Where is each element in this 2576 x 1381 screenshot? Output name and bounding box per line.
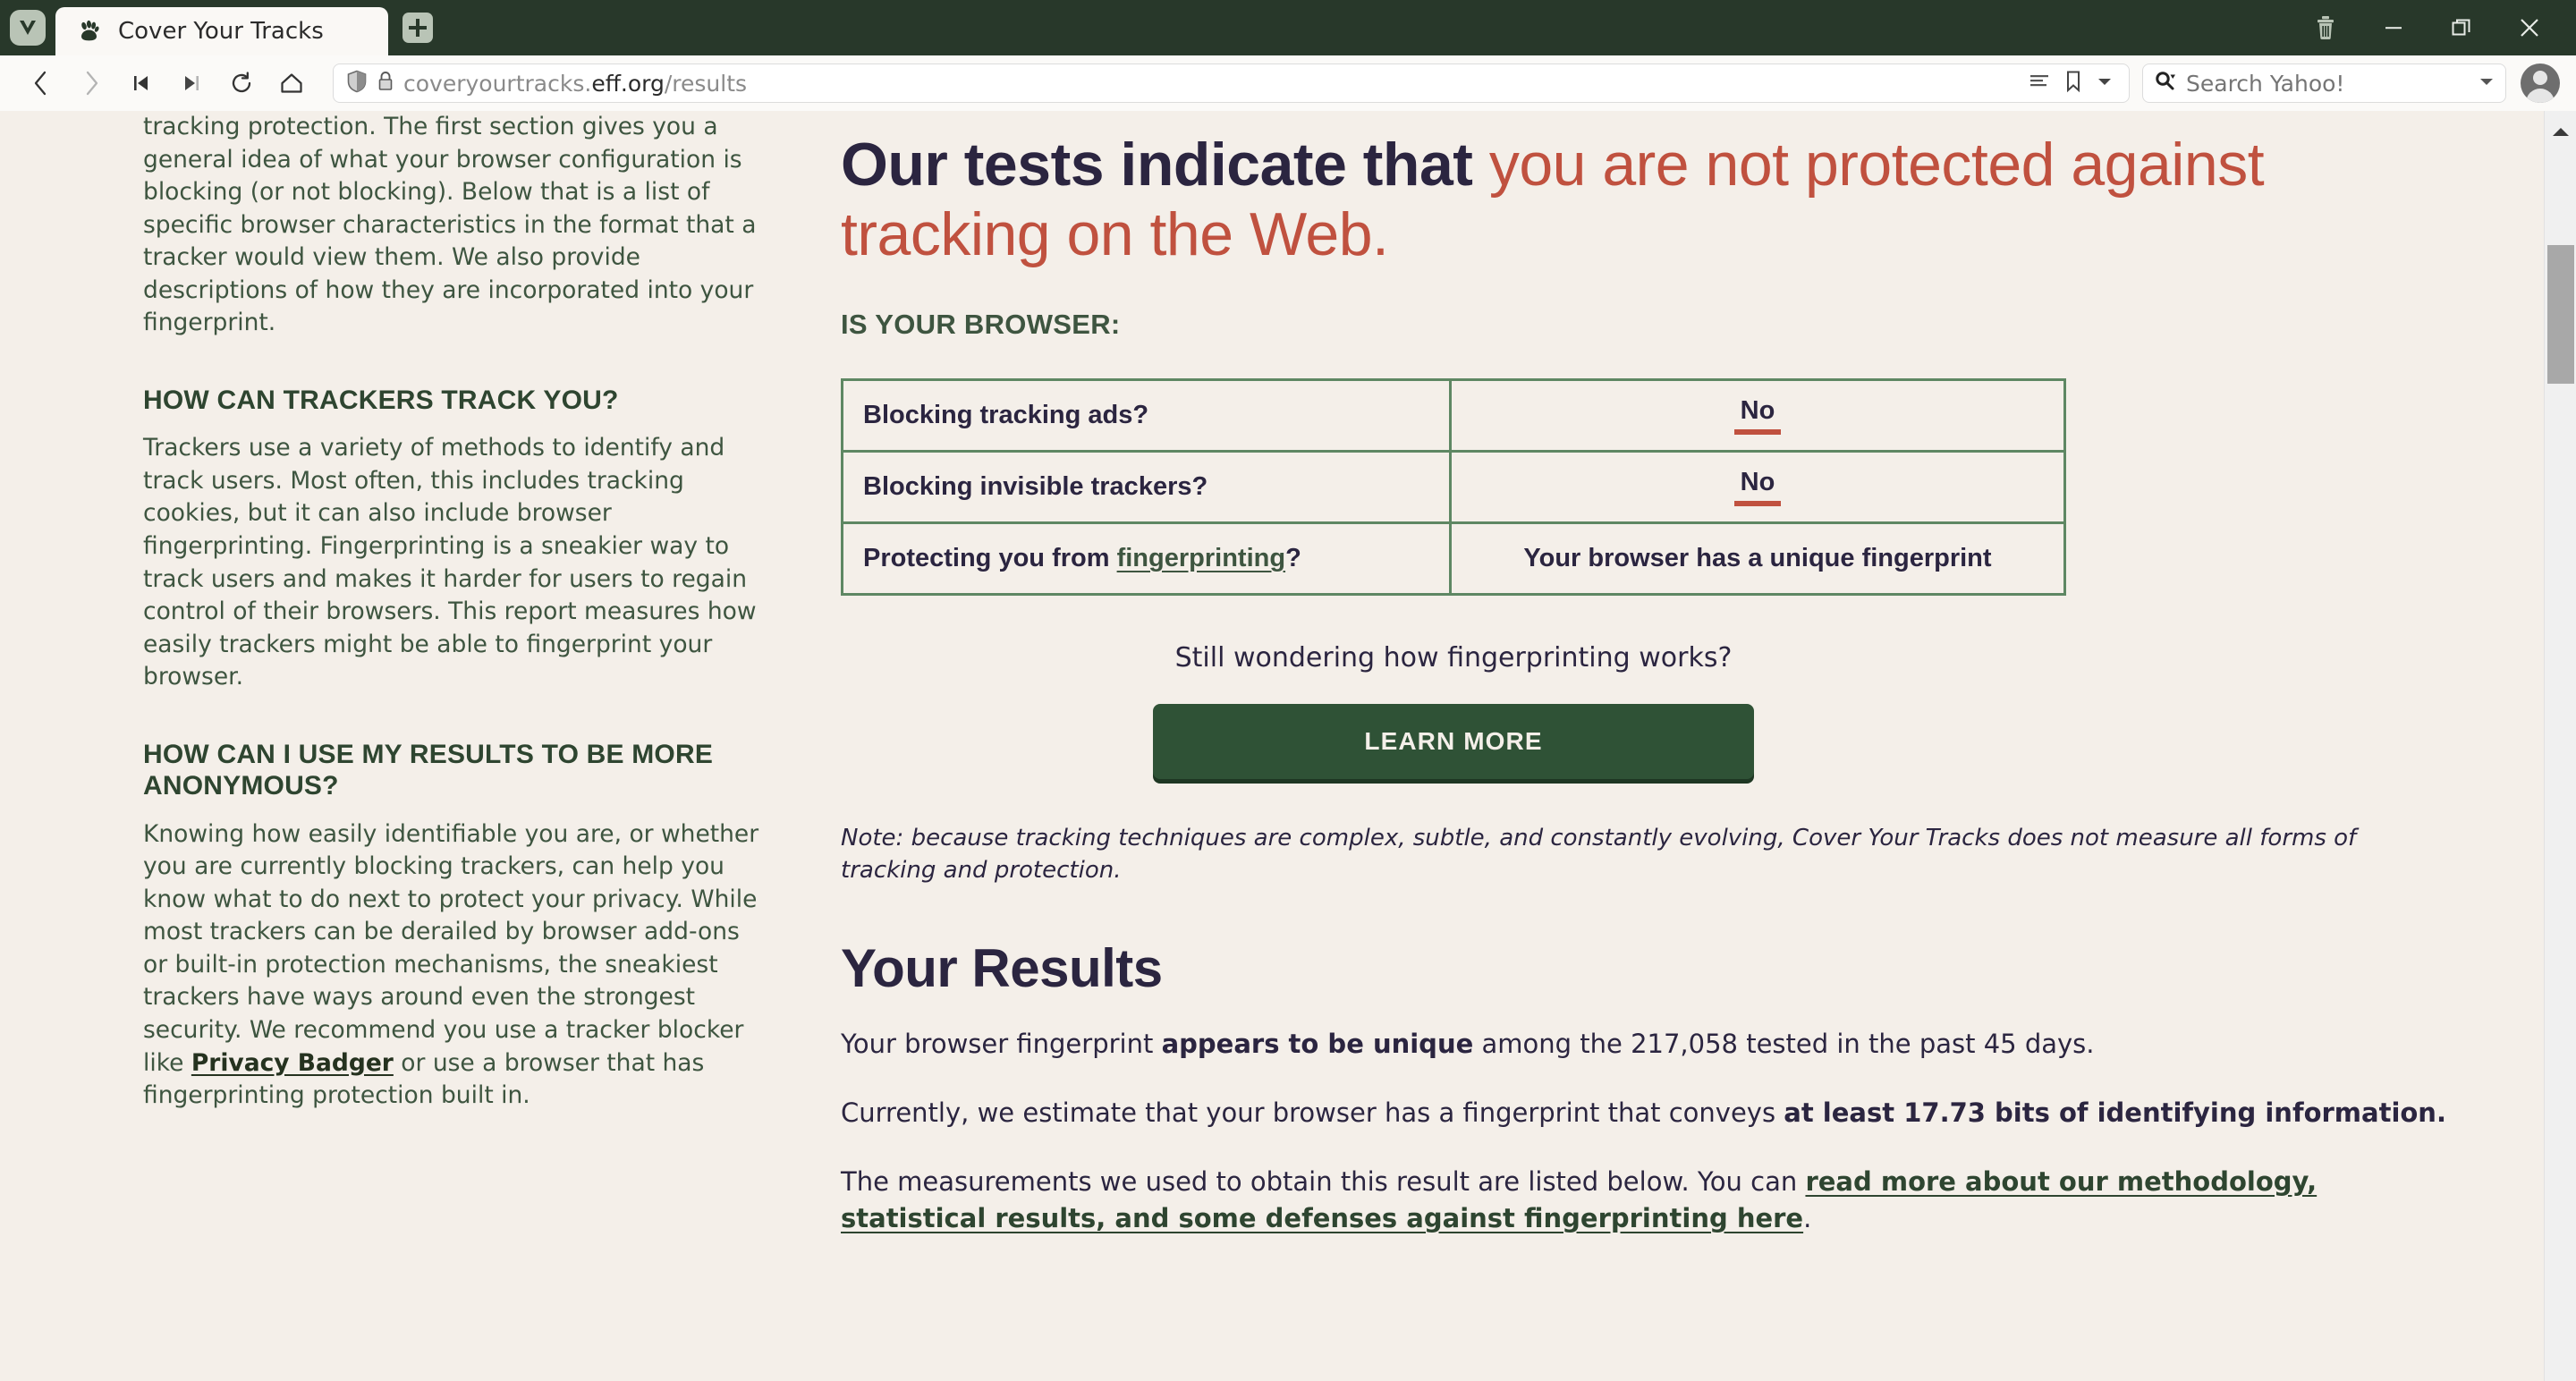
verdict-heading: Our tests indicate that you are not prot… <box>841 131 2469 269</box>
chevron-down-icon[interactable] <box>2097 75 2113 92</box>
learn-more-button-row: LEARN MORE <box>841 704 2066 780</box>
answer-text: No <box>1740 396 1775 426</box>
para1-bold: appears to be unique <box>1161 1028 1474 1059</box>
tab-title: Cover Your Tracks <box>118 18 324 45</box>
para3-part-a: The measurements we used to obtain this … <box>841 1166 1806 1198</box>
address-bar-actions <box>2029 70 2116 97</box>
para2-part-a: Currently, we estimate that your browser… <box>841 1097 1784 1128</box>
navigation-toolbar: coveryourtracks.eff.org/results <box>0 55 2576 111</box>
url-suffix: /results <box>664 70 748 97</box>
rewind-icon[interactable] <box>116 58 166 108</box>
still-wondering-text: Still wondering how fingerprinting works… <box>1174 642 1733 674</box>
question-prefix: Protecting you from <box>863 544 1117 573</box>
row-answer-invisible-trackers: No <box>1449 450 2066 525</box>
shield-icon[interactable] <box>346 70 368 97</box>
url-prefix: coveryourtracks. <box>403 70 592 97</box>
question-suffix: ? <box>1285 544 1301 573</box>
scroll-up-arrow-icon[interactable] <box>2545 120 2576 145</box>
para1-part-a: Your browser fingerprint <box>841 1028 1162 1059</box>
results-paragraph-bits: Currently, we estimate that your browser… <box>841 1095 2469 1131</box>
window-controls <box>2292 0 2576 55</box>
reader-list-icon[interactable] <box>2029 72 2050 96</box>
row-question-fingerprinting: Protecting you from fingerprinting? <box>841 521 1452 597</box>
scrollbar-thumb[interactable] <box>2547 245 2574 384</box>
minimize-icon[interactable] <box>2360 0 2428 55</box>
reload-icon[interactable] <box>216 58 267 108</box>
search-magnifier-icon[interactable] <box>2154 70 2177 97</box>
para3-part-b: . <box>1803 1203 1812 1234</box>
table-row: Protecting you from fingerprinting? Your… <box>841 521 2066 597</box>
vivaldi-menu-button[interactable] <box>0 0 55 55</box>
para2-bold: at least 17.73 bits of identifying infor… <box>1784 1097 2446 1128</box>
your-results-heading: Your Results <box>841 937 1163 998</box>
answer-underline-bar <box>1734 501 1781 507</box>
answer-underline-bar <box>1734 429 1781 436</box>
answer-negative: No <box>1734 468 1781 507</box>
table-row: Blocking invisible trackers? No <box>841 450 2066 525</box>
learn-more-button[interactable]: LEARN MORE <box>1153 704 1754 780</box>
results-paragraph-methodology: The measurements we used to obtain this … <box>841 1164 2469 1237</box>
row-question-blocking-ads: Blocking tracking ads? <box>841 378 1452 453</box>
page-sidebar: tracking protection. The first section g… <box>0 111 787 1381</box>
tab-cover-your-tracks[interactable]: Cover Your Tracks <box>55 7 388 55</box>
sidebar-heading-trackers: HOW CAN TRACKERS TRACK YOU? <box>143 385 619 415</box>
browser-protection-table: Blocking tracking ads? No Blocking invis… <box>841 378 2066 597</box>
row-question-invisible-trackers: Blocking invisible trackers? <box>841 450 1452 525</box>
maximize-icon[interactable] <box>2428 0 2496 55</box>
privacy-badger-link[interactable]: Privacy Badger <box>191 1049 394 1077</box>
sidebar-body-trackers: Trackers use a variety of methods to ide… <box>143 434 757 691</box>
search-bar[interactable] <box>2142 64 2506 103</box>
sidebar-body-anonymous: Knowing how easily identifiable you are,… <box>143 818 760 1113</box>
is-your-browser-subheading: IS YOUR BROWSER: <box>841 309 1121 341</box>
sidebar-heading-anonymous: HOW CAN I USE MY RESULTS TO BE MORE ANON… <box>143 739 714 801</box>
address-bar[interactable]: coveryourtracks.eff.org/results <box>333 64 2130 103</box>
answer-negative: No <box>1734 396 1781 436</box>
new-tab-button[interactable] <box>388 0 447 55</box>
verdict-lead: Our tests indicate that <box>841 131 1489 199</box>
user-avatar-icon[interactable] <box>2521 64 2560 103</box>
bookmark-icon[interactable] <box>2064 70 2082 97</box>
fingerprinting-link[interactable]: fingerprinting <box>1117 544 1285 572</box>
forward-icon[interactable] <box>66 58 116 108</box>
url-text[interactable]: coveryourtracks.eff.org/results <box>403 71 2020 97</box>
sidebar-intro-paragraph: tracking protection. The first section g… <box>143 113 757 337</box>
methodology-note: Note: because tracking techniques are co… <box>841 825 2357 885</box>
answer-text: No <box>1740 468 1775 497</box>
page-main-content: Our tests indicate that you are not prot… <box>787 111 2576 1381</box>
tab-strip: Cover Your Tracks <box>0 0 2576 55</box>
page-viewport: tracking protection. The first section g… <box>0 111 2576 1381</box>
page-scrollbar[interactable] <box>2544 111 2576 1381</box>
plus-icon <box>402 13 433 43</box>
para1-part-b: among the 217,058 tested in the past 45 … <box>1473 1028 2095 1059</box>
lock-icon[interactable] <box>377 70 394 97</box>
fastforward-icon[interactable] <box>166 58 216 108</box>
row-answer-fingerprinting: Your browser has a unique fingerprint <box>1449 521 2066 597</box>
back-icon[interactable] <box>16 58 66 108</box>
paw-print-icon <box>75 18 102 45</box>
browser-window: Cover Your Tracks coveryourtracks.eff.or… <box>0 0 2576 1381</box>
row-answer-blocking-ads: No <box>1449 378 2066 453</box>
close-icon[interactable] <box>2496 0 2563 55</box>
vivaldi-logo-icon <box>10 10 46 46</box>
results-paragraph-unique: Your browser fingerprint appears to be u… <box>841 1026 2469 1063</box>
home-icon[interactable] <box>267 58 317 108</box>
url-domain: eff.org <box>591 70 665 97</box>
sidebar-body-anonymous-part1: Knowing how easily identifiable you are,… <box>143 819 759 1077</box>
search-input[interactable] <box>2186 70 2470 97</box>
table-row: Blocking tracking ads? No <box>841 378 2066 453</box>
trash-icon[interactable] <box>2292 0 2360 55</box>
chevron-down-icon[interactable] <box>2479 75 2495 92</box>
